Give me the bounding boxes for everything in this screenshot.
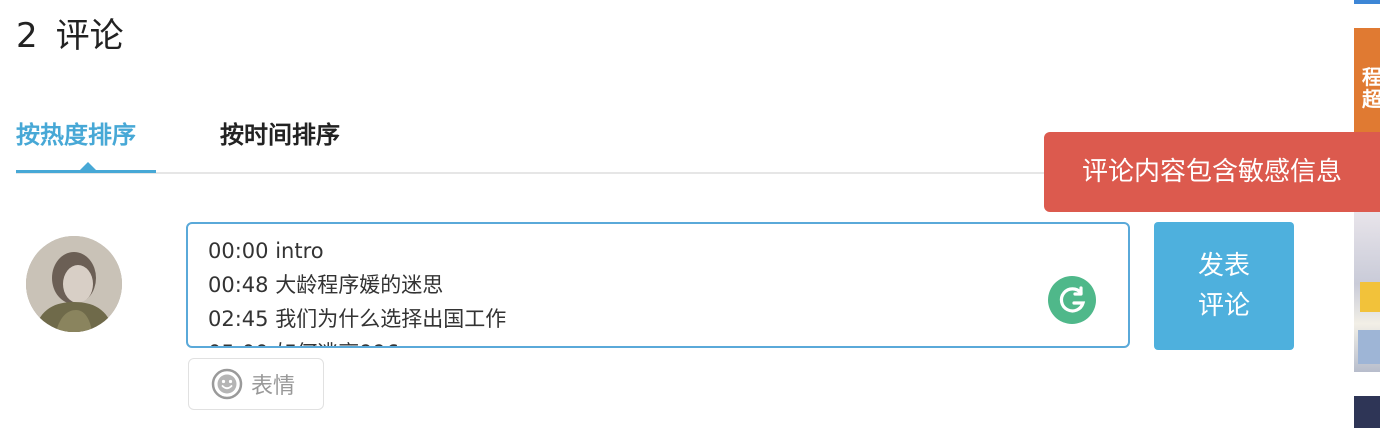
- comments-heading: 评论: [55, 16, 124, 56]
- active-tab-underline: [16, 170, 156, 173]
- smiley-icon: [211, 368, 243, 400]
- post-comment-label-line2: 评论: [1197, 291, 1250, 321]
- comments-title: 2 评论: [16, 14, 124, 58]
- sensitive-content-toast: 评论内容包含敏感信息: [1044, 132, 1380, 212]
- comment-textarea[interactable]: 00:00 intro 00:48 大龄程序媛的迷思 02:45 我们为什么选择…: [186, 222, 1130, 348]
- comment-text-line: 00:48 大龄程序媛的迷思: [208, 273, 444, 297]
- post-comment-label-line1: 发表: [1197, 251, 1250, 281]
- tab-sort-by-time[interactable]: 按时间排序: [220, 118, 340, 152]
- tab-sort-by-popularity[interactable]: 按热度排序: [16, 118, 136, 152]
- sidebar-ad-bottom[interactable]: [1354, 396, 1380, 428]
- sidebar-ad-image[interactable]: [1354, 212, 1380, 372]
- sidebar-ad-text: 程: [1362, 65, 1380, 89]
- avatar: [26, 236, 122, 332]
- avatar-photo: [26, 236, 122, 332]
- comment-text-line: 00:00 intro: [208, 239, 324, 263]
- emoji-button[interactable]: 表情: [188, 358, 324, 410]
- active-tab-caret: [80, 162, 96, 170]
- post-comment-button[interactable]: 发表 评论: [1154, 222, 1294, 350]
- comment-text-line: 05:00 如何逃离996: [208, 336, 1128, 346]
- emoji-button-label: 表情: [251, 374, 296, 399]
- sidebar-ad-banner[interactable]: 程 超: [1354, 28, 1380, 148]
- sidebar-ad-text: 超: [1362, 87, 1380, 111]
- comment-text-line: 02:45 我们为什么选择出国工作: [208, 307, 507, 331]
- sidebar-ad-top[interactable]: [1354, 0, 1380, 4]
- comment-count: 2: [16, 16, 38, 56]
- sidebar-ad-graphic: [1358, 330, 1380, 364]
- sidebar-ad-graphic: [1360, 282, 1380, 312]
- grammarly-icon[interactable]: [1048, 276, 1096, 324]
